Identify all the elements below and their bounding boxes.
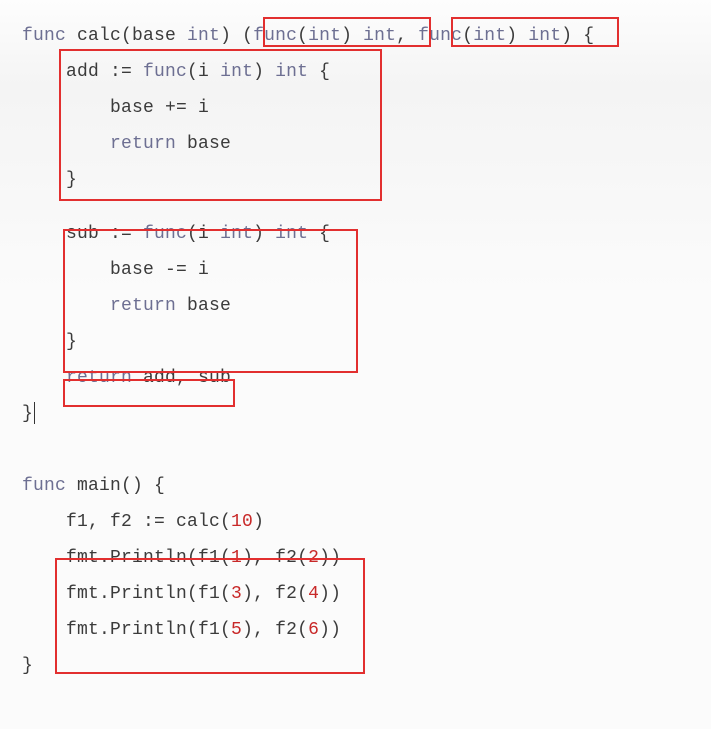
type-int: int <box>275 62 308 82</box>
code-text: ) <box>341 26 363 46</box>
type-int: int <box>473 26 506 46</box>
code-line: fmt.Println(f1(1), f2(2)) <box>22 540 711 576</box>
code-text: ( <box>462 26 473 46</box>
code-text: , <box>396 26 418 46</box>
code-text <box>22 368 66 388</box>
code-text: base += i <box>22 98 209 118</box>
code-line: base += i <box>22 90 711 126</box>
code-text: )) <box>319 584 341 604</box>
keyword-func: func <box>253 26 297 46</box>
type-int: int <box>363 26 396 46</box>
type-int: int <box>220 224 253 244</box>
code-text: base <box>176 296 231 316</box>
code-text: main() { <box>66 476 165 496</box>
code-text: fmt.Println(f1( <box>22 620 231 640</box>
type-int: int <box>528 26 561 46</box>
type-int: int <box>308 26 341 46</box>
number-literal: 4 <box>308 584 319 604</box>
code-text: ( <box>297 26 308 46</box>
code-text: { <box>308 62 330 82</box>
code-text: } <box>22 404 33 424</box>
code-text: base -= i <box>22 260 209 280</box>
blank-line <box>22 450 711 468</box>
code-text <box>22 296 110 316</box>
keyword-return: return <box>110 296 176 316</box>
code-text: ), f2( <box>242 620 308 640</box>
code-line: return base <box>22 126 711 162</box>
code-text: ) { <box>561 26 594 46</box>
type-int: int <box>187 26 220 46</box>
text-cursor <box>34 402 35 424</box>
keyword-return: return <box>66 368 132 388</box>
code-line: } <box>22 648 711 684</box>
code-line: func calc(base int) (func(int) int, func… <box>22 18 711 54</box>
code-text: ), f2( <box>242 584 308 604</box>
code-text: fmt.Println(f1( <box>22 584 231 604</box>
code-text: calc(base <box>66 26 187 46</box>
code-text: } <box>22 332 77 352</box>
keyword-func: func <box>22 476 66 496</box>
keyword-func: func <box>143 224 187 244</box>
keyword-func: func <box>418 26 462 46</box>
code-line: } <box>22 396 711 432</box>
code-line: return add, sub <box>22 360 711 396</box>
code-text: ), f2( <box>242 548 308 568</box>
code-line: } <box>22 162 711 198</box>
code-text: fmt.Println(f1( <box>22 548 231 568</box>
code-line: fmt.Println(f1(5), f2(6)) <box>22 612 711 648</box>
code-line: add := func(i int) int { <box>22 54 711 90</box>
code-line: fmt.Println(f1(3), f2(4)) <box>22 576 711 612</box>
code-text: )) <box>319 620 341 640</box>
code-block: func calc(base int) (func(int) int, func… <box>0 0 711 684</box>
code-text <box>22 134 110 154</box>
code-text: (i <box>187 62 220 82</box>
code-text: )) <box>319 548 341 568</box>
blank-line <box>22 432 711 450</box>
code-text: } <box>22 656 33 676</box>
code-text: { <box>308 224 330 244</box>
code-line: f1, f2 := calc(10) <box>22 504 711 540</box>
code-text: } <box>22 170 77 190</box>
code-text: ) <box>253 224 275 244</box>
number-literal: 5 <box>231 620 242 640</box>
number-literal: 6 <box>308 620 319 640</box>
code-text: add, sub <box>132 368 231 388</box>
code-text: base <box>176 134 231 154</box>
code-line: return base <box>22 288 711 324</box>
keyword-return: return <box>110 134 176 154</box>
code-text: add := <box>22 62 143 82</box>
code-text: f1, f2 := calc( <box>22 512 231 532</box>
code-line: base -= i <box>22 252 711 288</box>
code-line: func main() { <box>22 468 711 504</box>
keyword-func: func <box>143 62 187 82</box>
code-text: (i <box>187 224 220 244</box>
code-line: sub := func(i int) int { <box>22 216 711 252</box>
code-text: ) <box>253 62 275 82</box>
type-int: int <box>220 62 253 82</box>
number-literal: 1 <box>231 548 242 568</box>
code-line: } <box>22 324 711 360</box>
number-literal: 3 <box>231 584 242 604</box>
type-int: int <box>275 224 308 244</box>
code-text: ) <box>506 26 528 46</box>
code-text: ) <box>253 512 264 532</box>
number-literal: 2 <box>308 548 319 568</box>
number-literal: 10 <box>231 512 253 532</box>
blank-line <box>22 198 711 216</box>
keyword-func: func <box>22 26 66 46</box>
code-text: ) ( <box>220 26 253 46</box>
code-text: sub := <box>22 224 143 244</box>
